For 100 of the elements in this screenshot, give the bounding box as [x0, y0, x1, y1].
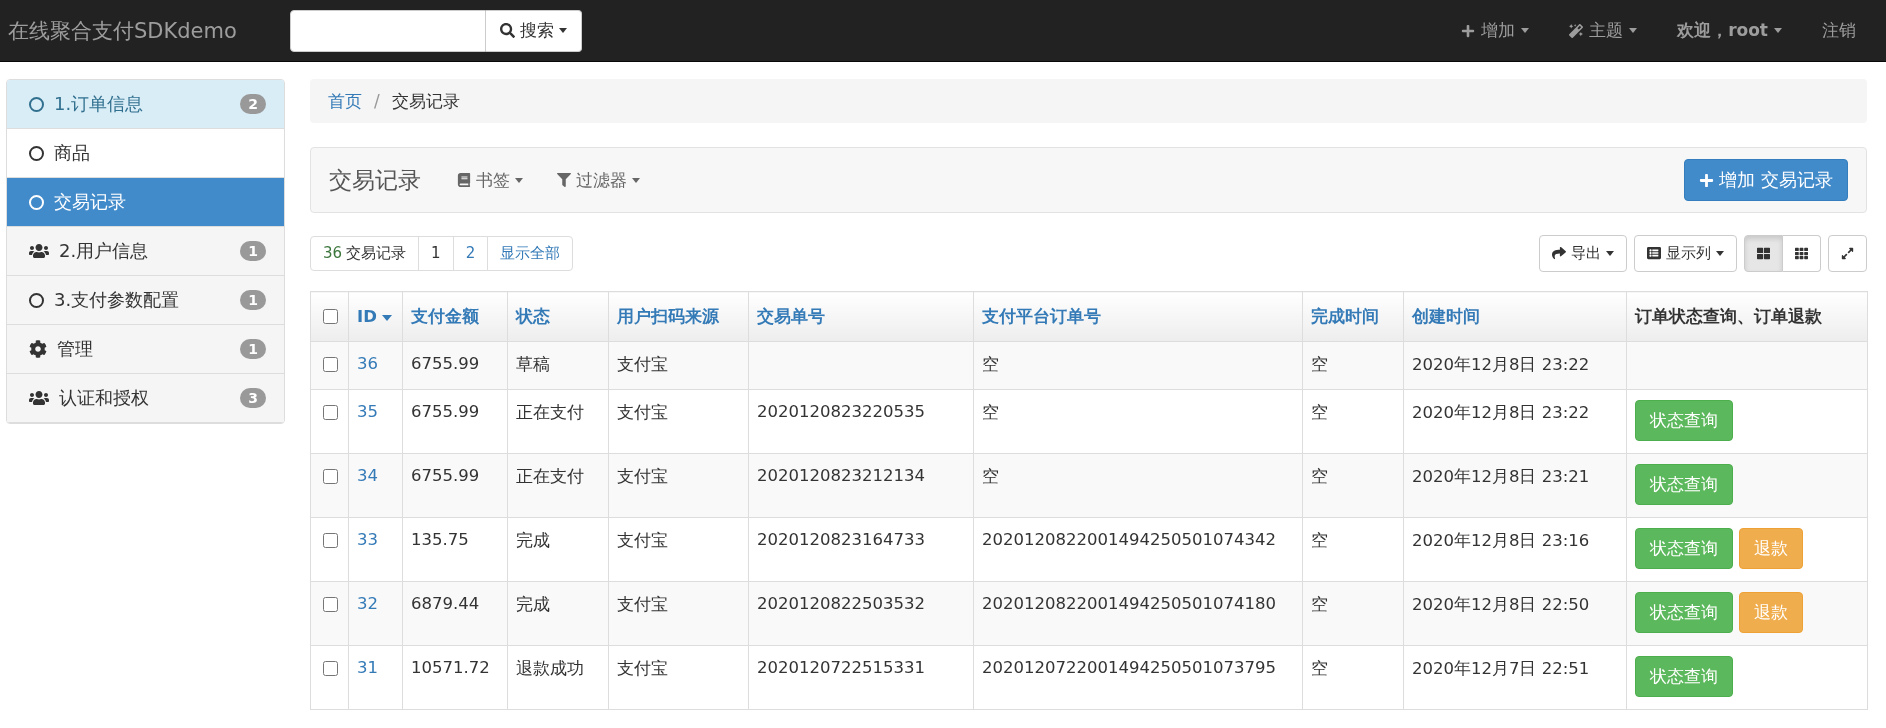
brand-title[interactable]: 在线聚合支付SDKdemo: [8, 16, 290, 45]
count-badge: 1: [240, 339, 266, 359]
table-cell: 空: [1302, 389, 1404, 454]
sidebar-group[interactable]: 2.用户信息 1: [7, 227, 284, 276]
table-cell: 草稿: [507, 341, 609, 390]
sidebar-group[interactable]: 1.订单信息 2: [7, 80, 284, 129]
table-cell: 支付宝: [608, 517, 749, 582]
view-toggle[interactable]: [1744, 234, 1783, 272]
show-all-link[interactable]: 显示全部: [487, 235, 574, 271]
id-link[interactable]: 32: [357, 594, 378, 613]
column-header: 订单状态查询、订单退款: [1626, 291, 1868, 342]
column-header[interactable]: 完成时间: [1302, 291, 1404, 342]
column-header[interactable]: 创建时间: [1403, 291, 1627, 342]
table-cell: 空: [1302, 453, 1404, 518]
page-link[interactable]: 1: [418, 235, 454, 271]
search-button[interactable]: 搜索: [486, 9, 582, 52]
column-header[interactable]: 支付金额: [402, 291, 508, 342]
sidebar-item[interactable]: 交易记录: [7, 178, 284, 227]
bookmarks-menu[interactable]: 书签: [457, 168, 523, 192]
nav-menu[interactable]: 增加: [1441, 19, 1550, 42]
column-header[interactable]: 用户扫码来源: [608, 291, 749, 342]
count-badge: 3: [240, 388, 266, 408]
status-query-button[interactable]: 状态查询: [1635, 528, 1733, 569]
table-cell: 2020120823220535: [748, 389, 974, 454]
status-query-button[interactable]: 状态查询: [1635, 592, 1733, 633]
status-query-button[interactable]: 状态查询: [1635, 464, 1733, 505]
row-checkbox[interactable]: [323, 405, 338, 420]
id-link[interactable]: 33: [357, 530, 378, 549]
table-cell: 退款成功: [507, 645, 609, 710]
table-cell: 支付宝: [608, 389, 749, 454]
nav-menu[interactable]: 主题: [1549, 19, 1658, 42]
table-cell: 2020年12月7日 22:51: [1403, 645, 1627, 710]
circle-icon: [29, 96, 44, 112]
users-icon: [29, 241, 49, 261]
status-query-button[interactable]: 状态查询: [1635, 400, 1733, 441]
panel-title: 交易记录: [329, 165, 421, 195]
row-checkbox[interactable]: [323, 597, 338, 612]
table-cell: 6879.44: [402, 581, 508, 646]
column-header[interactable]: ID: [348, 291, 403, 342]
table-cell: 6755.99: [402, 389, 508, 454]
plus-icon: [1461, 23, 1476, 38]
table-cell: 空: [973, 453, 1303, 518]
circle-icon: [29, 292, 44, 308]
view-toggle[interactable]: [1783, 234, 1821, 272]
nav-menu[interactable]: 欢迎，root: [1657, 19, 1802, 42]
table-cell: 支付宝: [608, 341, 749, 390]
filter-menu[interactable]: 过滤器: [557, 168, 640, 192]
page-link[interactable]: 2: [452, 235, 489, 271]
export-button[interactable]: 导出: [1539, 234, 1627, 272]
users-icon: [29, 388, 49, 408]
id-link[interactable]: 34: [357, 466, 378, 485]
status-query-button[interactable]: 状态查询: [1635, 656, 1733, 697]
sort-caret-icon: [381, 314, 392, 321]
table-cell: 空: [1302, 645, 1404, 710]
row-checkbox[interactable]: [323, 533, 338, 548]
grid-icon: [1757, 246, 1770, 260]
share-arrow-icon: [1552, 246, 1566, 260]
table-cell: 2020120822503532: [748, 581, 974, 646]
table-cell: 正在支付: [507, 453, 609, 518]
row-checkbox[interactable]: [323, 469, 338, 484]
table-cell: 空: [1302, 341, 1404, 390]
table-cell: 2020年12月8日 23:22: [1403, 341, 1627, 390]
column-header[interactable]: 交易单号: [748, 291, 974, 342]
sidebar-group[interactable]: 认证和授权 3: [7, 374, 284, 423]
table-cell: 完成: [507, 581, 609, 646]
breadcrumb-link[interactable]: 首页: [328, 89, 362, 113]
count-badge: 1: [240, 290, 266, 310]
id-link[interactable]: 36: [357, 354, 378, 373]
table-cell: 空: [1302, 517, 1404, 582]
table-cell: 2020年12月8日 23:22: [1403, 389, 1627, 454]
breadcrumb-current: 交易记录: [391, 89, 460, 113]
table-cell: 支付宝: [608, 581, 749, 646]
settings-icon: [29, 340, 47, 358]
row-checkbox[interactable]: [323, 357, 338, 372]
expand-icon: [1841, 246, 1854, 260]
select-all-checkbox[interactable]: [323, 308, 338, 324]
fullscreen-button[interactable]: [1828, 234, 1867, 272]
breadcrumb-separator: /: [374, 91, 380, 111]
nav-menu[interactable]: 注销: [1802, 19, 1876, 42]
table-cell: 10571.72: [402, 645, 508, 710]
count-badge: 1: [240, 241, 266, 261]
plus-icon: [1699, 172, 1715, 188]
add-button[interactable]: 增加 交易记录: [1684, 159, 1848, 201]
id-link[interactable]: 31: [357, 658, 378, 677]
search-icon: [500, 23, 515, 38]
filter-icon: [557, 173, 571, 187]
sidebar-group[interactable]: 管理 1: [7, 325, 284, 374]
circle-icon: [29, 194, 44, 210]
table-cell: 空: [973, 341, 1303, 390]
table-cell: 2020120722001494250501073795: [973, 645, 1303, 710]
circle-icon: [29, 145, 44, 161]
table-cell: 2020120823164733: [748, 517, 974, 582]
row-checkbox[interactable]: [323, 661, 338, 676]
columns-button[interactable]: 显示列: [1634, 234, 1737, 272]
id-link[interactable]: 35: [357, 402, 378, 421]
sidebar-group[interactable]: 3.支付参数配置 1: [7, 276, 284, 325]
column-header[interactable]: 状态: [507, 291, 609, 342]
grid-icon: [1795, 246, 1808, 260]
column-header[interactable]: 支付平台订单号: [973, 291, 1303, 342]
search-field[interactable]: [290, 9, 486, 52]
